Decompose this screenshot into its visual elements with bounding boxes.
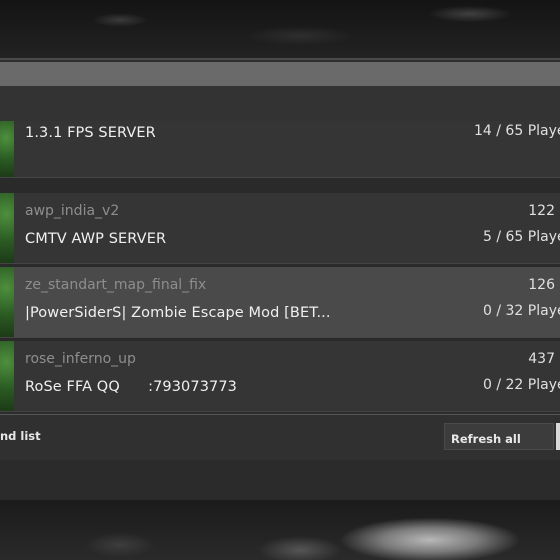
window-titlebar[interactable]: [0, 62, 560, 86]
player-count: 5 / 65 Players: [483, 229, 560, 245]
server-row[interactable]: 1.3.1 FPS SERVER 14 / 65 Players: [0, 121, 560, 178]
ping-value: 122: [528, 203, 555, 219]
server-row[interactable]: awp_india_v2 122 CMTV AWP SERVER 5 / 65 …: [0, 193, 560, 264]
ping-value: 126: [528, 277, 555, 293]
next-button-edge[interactable]: [556, 423, 560, 450]
map-thumbnail: [0, 121, 14, 177]
background-top: [0, 0, 560, 58]
player-count: 0 / 22 Players: [483, 377, 560, 393]
player-count: 14 / 65 Players: [474, 123, 560, 139]
server-name: RoSe FFA QQ :793073773: [25, 379, 238, 395]
map-name: rose_inferno_up: [25, 351, 136, 367]
player-count: 0 / 32 Players: [483, 303, 560, 319]
map-name: ze_standart_map_final_fix: [25, 277, 207, 293]
map-thumbnail: [0, 193, 14, 263]
ping-value: 437: [528, 351, 555, 367]
friend-list-button[interactable]: nd list: [0, 429, 41, 443]
server-row[interactable]: rose_inferno_up 437 RoSe FFA QQ :7930737…: [0, 341, 560, 412]
server-list[interactable]: 1.3.1 FPS SERVER 14 / 65 Players awp_ind…: [0, 121, 560, 413]
server-row-selected[interactable]: ze_standart_map_final_fix 126 |PowerSide…: [0, 267, 560, 338]
refresh-all-button[interactable]: Refresh all: [444, 423, 554, 450]
window-bottom-panel: [0, 460, 560, 504]
list-footer: nd list Refresh all: [0, 414, 560, 459]
map-thumbnail: [0, 341, 14, 411]
server-name: CMTV AWP SERVER: [25, 231, 167, 247]
server-name: 1.3.1 FPS SERVER: [25, 125, 156, 141]
server-browser-window: 1.3.1 FPS SERVER 14 / 65 Players awp_ind…: [0, 58, 560, 504]
map-name: awp_india_v2: [25, 203, 120, 219]
background-bottom: [0, 500, 560, 560]
map-thumbnail: [0, 267, 14, 337]
server-name: |PowerSiderS| Zombie Escape Mod [BET...: [25, 305, 331, 321]
